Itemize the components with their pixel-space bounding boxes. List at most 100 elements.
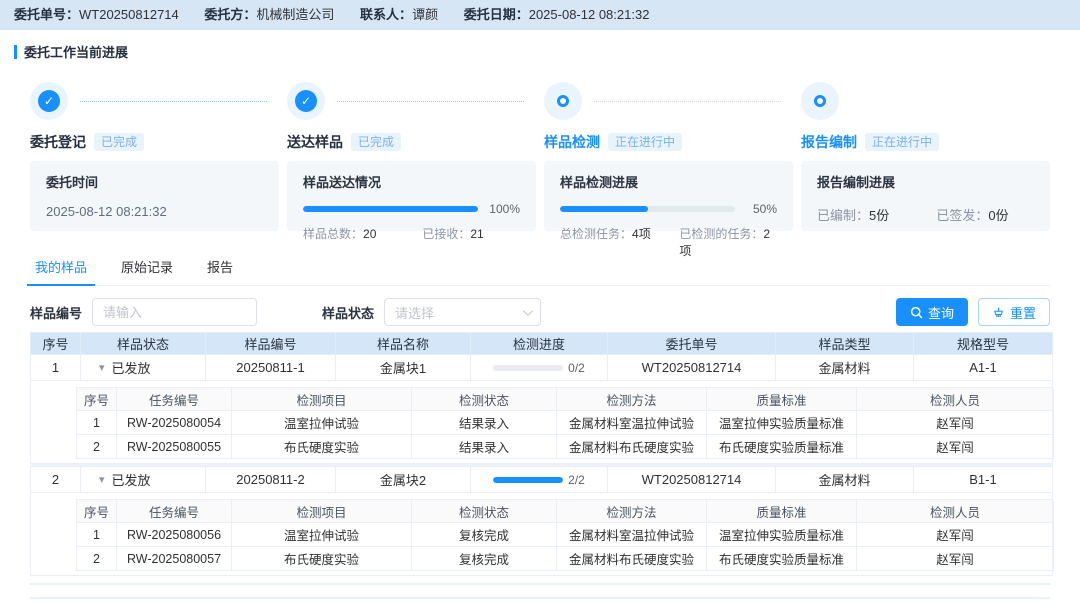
stat-value: 21 xyxy=(470,227,483,241)
task-row: 2 RW-2025080057 布氏硬度实验 复核完成 金属材料布氏硬度实验 布… xyxy=(77,547,1054,571)
date-value: 2025-08-12 08:21:32 xyxy=(529,7,650,22)
step-connector xyxy=(851,101,1038,102)
table-bottom-divider xyxy=(30,583,1050,585)
step-report: 报告编制 正在进行中 xyxy=(801,81,1050,153)
tab-reports[interactable]: 报告 xyxy=(205,257,235,285)
tab-my-samples[interactable]: 我的样品 xyxy=(33,257,89,285)
tester: 赵军闯 xyxy=(857,435,1054,459)
step-registration: ✓ 委托登记 已完成 xyxy=(30,81,279,153)
sample-row-2[interactable]: 2 ▾已发放 20250811-2 金属块2 2/2 WT20250812714… xyxy=(31,467,1053,493)
reset-button[interactable]: 重置 xyxy=(978,298,1050,326)
samples-table-header: 序号 样品状态 样品编号 样品名称 检测进度 委托单号 样品类型 规格型号 xyxy=(31,333,1053,355)
sample-spec: B1-1 xyxy=(914,467,1053,493)
stat-value: 4项 xyxy=(632,227,651,241)
step-connector xyxy=(337,101,524,102)
delivery-percent: 100% xyxy=(486,202,520,216)
step-badge-delivery: 已完成 xyxy=(351,133,401,151)
stat-label: 已签发： xyxy=(936,208,988,223)
section-title-bar xyxy=(14,45,17,59)
search-button-label: 查询 xyxy=(928,303,954,322)
quality-standard: 温室拉伸实验质量标准 xyxy=(707,411,857,435)
sample-seq: 2 xyxy=(31,467,81,493)
contact-value: 谭颜 xyxy=(412,7,438,22)
client-value: 机械制造公司 xyxy=(256,7,334,22)
step-badge-report: 正在进行中 xyxy=(865,133,939,151)
col-spec-model: 规格型号 xyxy=(914,333,1053,355)
stat-label: 样品总数： xyxy=(303,227,363,241)
col-task-seq: 序号 xyxy=(77,500,117,523)
step-testing: 样品检测 正在进行中 xyxy=(544,81,793,153)
sample-name: 金属块2 xyxy=(336,467,471,493)
sample-status: 已发放 xyxy=(112,470,151,489)
task-row: 2 RW-2025080055 布氏硬度实验 结果录入 金属材料布氏硬度实验 布… xyxy=(77,435,1054,459)
task-seq: 2 xyxy=(77,547,117,571)
test-status: 复核完成 xyxy=(412,523,557,547)
stat-value: 0份 xyxy=(988,208,1008,223)
brush-icon xyxy=(992,306,1005,319)
step-badge-registration: 已完成 xyxy=(94,133,144,151)
sample-status-select[interactable]: 请选择 xyxy=(384,298,541,326)
ring-icon xyxy=(814,95,826,107)
stat-value: 20 xyxy=(363,227,376,241)
section-title-text: 委托工作当前进展 xyxy=(24,42,128,61)
task-table-sample-1: 序号 任务编号 检测项目 检测状态 检测方法 质量标准 检测人员 xyxy=(76,387,1054,459)
collapse-caret-icon[interactable]: ▾ xyxy=(99,361,105,374)
card-sample-testing: 样品检测进展 50% 总检测任务：4项 已检测的任务：2项 xyxy=(544,161,793,231)
tab-original-records[interactable]: 原始记录 xyxy=(119,257,175,285)
task-table-header: 序号 任务编号 检测项目 检测状态 检测方法 质量标准 检测人员 xyxy=(77,388,1054,411)
step-circle-active xyxy=(801,82,839,120)
section-title-progress: 委托工作当前进展 xyxy=(14,42,1080,61)
sample-code: 20250811-2 xyxy=(206,467,336,493)
commission-progress-page: 委托单号：WT20250812714 委托方：机械制造公司 联系人：谭颜 委托日… xyxy=(0,0,1080,603)
sample-code: 20250811-1 xyxy=(206,355,336,381)
sample-type: 金属材料 xyxy=(776,467,914,493)
sample-spec: A1-1 xyxy=(914,355,1053,381)
task-table-header: 序号 任务编号 检测项目 检测状态 检测方法 质量标准 检测人员 xyxy=(77,500,1054,523)
col-sample-type: 样品类型 xyxy=(776,333,914,355)
progress-text: 0/2 xyxy=(568,361,585,375)
card-commission-time: 委托时间 2025-08-12 08:21:32 xyxy=(30,161,279,231)
sample-order-no: WT20250812714 xyxy=(608,467,776,493)
sample-status: 已发放 xyxy=(112,358,151,377)
col-test-method: 检测方法 xyxy=(557,500,707,523)
date-label: 委托日期： xyxy=(464,7,529,22)
col-tester: 检测人员 xyxy=(857,388,1054,411)
col-quality-standard: 质量标准 xyxy=(707,388,857,411)
testing-percent: 50% xyxy=(743,202,777,216)
task-no: RW-2025080056 xyxy=(117,523,232,547)
task-seq: 1 xyxy=(77,523,117,547)
sample-seq: 1 xyxy=(31,355,81,381)
col-task-no: 任务编号 xyxy=(117,500,232,523)
stat-label: 已编制： xyxy=(817,208,869,223)
test-method: 金属材料室温拉伸试验 xyxy=(557,523,707,547)
tester: 赵军闯 xyxy=(857,411,1054,435)
progress-fill xyxy=(493,477,563,483)
task-table-sample-2: 序号 任务编号 检测项目 检测状态 检测方法 质量标准 检测人员 xyxy=(76,499,1054,571)
task-seq: 1 xyxy=(77,411,117,435)
collapse-caret-icon[interactable]: ▾ xyxy=(99,473,105,486)
task-row: 1 RW-2025080056 温室拉伸试验 复核完成 金属材料室温拉伸试验 温… xyxy=(77,523,1054,547)
sample-status-label: 样品状态 xyxy=(322,303,374,322)
col-sample-code: 样品编号 xyxy=(206,333,336,355)
testing-progress: 50% xyxy=(560,202,777,216)
task-no: RW-2025080057 xyxy=(117,547,232,571)
step-title-registration: 委托登记 xyxy=(30,132,86,152)
task-row: 1 RW-2025080054 温室拉伸试验 结果录入 金属材料室温拉伸试验 温… xyxy=(77,411,1054,435)
search-button[interactable]: 查询 xyxy=(896,298,968,326)
samples-table: 序号 样品状态 样品编号 样品名称 检测进度 委托单号 样品类型 规格型号 1 … xyxy=(30,332,1053,576)
ring-icon xyxy=(557,95,569,107)
test-method: 金属材料布氏硬度实验 xyxy=(557,547,707,571)
delivery-progress: 100% xyxy=(303,202,520,216)
test-method: 金属材料室温拉伸试验 xyxy=(557,411,707,435)
progress-fill xyxy=(560,206,648,212)
test-item: 温室拉伸试验 xyxy=(232,523,412,547)
test-method: 金属材料布氏硬度实验 xyxy=(557,435,707,459)
test-item: 布氏硬度实验 xyxy=(232,435,412,459)
sample-order-no: WT20250812714 xyxy=(608,355,776,381)
stat-label: 已接收： xyxy=(422,227,470,241)
sample-1-tasks-row: 序号 任务编号 检测项目 检测状态 检测方法 质量标准 检测人员 xyxy=(31,381,1053,464)
sample-code-input[interactable] xyxy=(92,298,257,326)
sample-row-1[interactable]: 1 ▾已发放 20250811-1 金属块1 0/2 WT20250812714… xyxy=(31,355,1053,381)
step-connector xyxy=(594,101,781,102)
task-no: RW-2025080054 xyxy=(117,411,232,435)
